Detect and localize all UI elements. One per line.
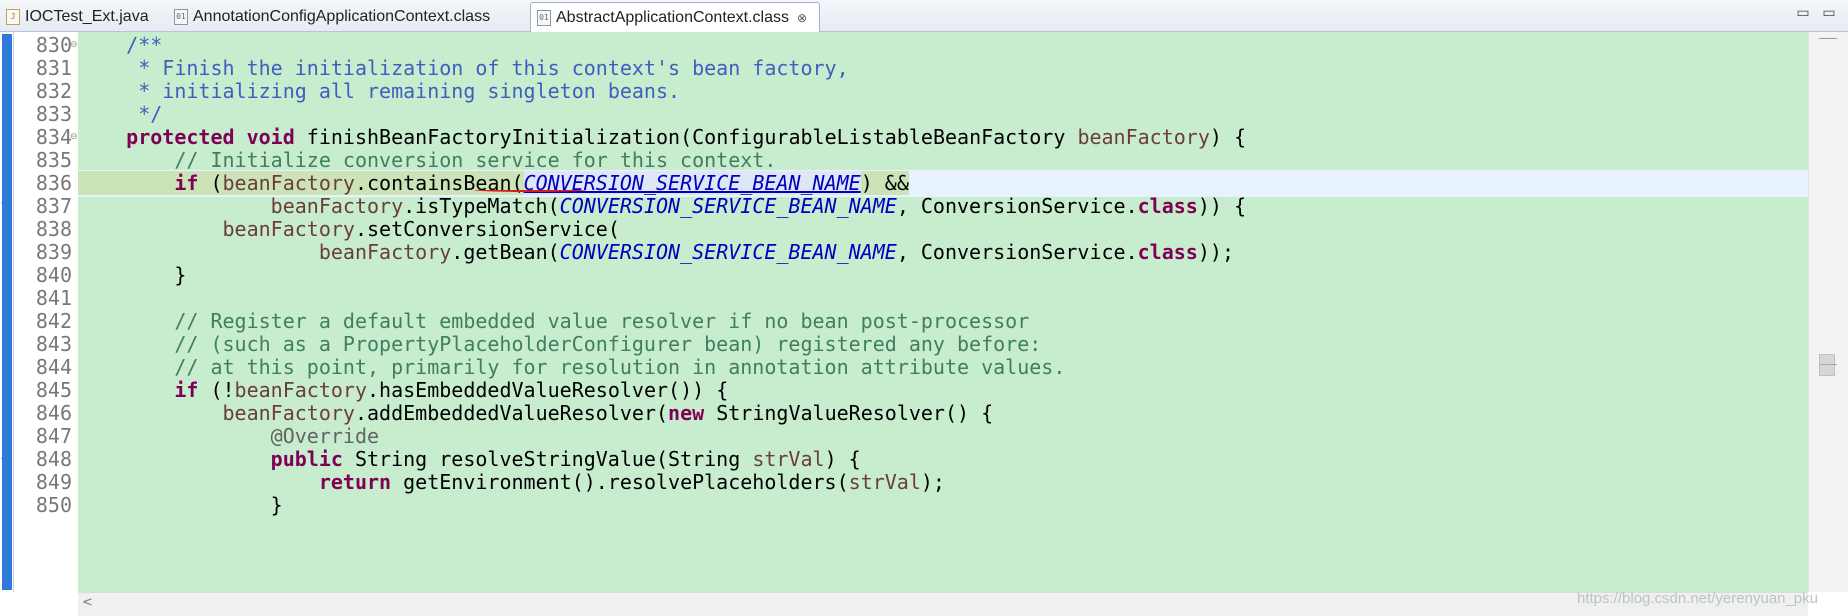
fold-toggle-icon[interactable]: ⊖ [70,132,78,142]
line-number: 850 [35,493,72,517]
red-annotation-underline [474,188,586,192]
java-file-icon: J [6,9,20,25]
chevron-left-icon[interactable]: < [82,595,93,610]
editor-tab-bar: J IOCTest_Ext.java 01 AnnotationConfigAp… [0,0,1848,32]
override-marker-icon: ▲ [1,451,8,461]
tab-annotation-config-application-context[interactable]: 01 AnnotationConfigApplicationContext.cl… [168,3,512,31]
overview-marker[interactable] [1819,38,1837,39]
code-line: } [270,493,283,517]
source-range-indicator [2,34,12,590]
horizontal-scrollbar[interactable]: < [78,592,1808,616]
code-text-area[interactable]: /** * Finish the initialization of this … [78,32,1808,592]
selected-identifier: CONVERSION_SERVICE_BEAN_NAME [523,171,861,195]
scrollbar-corner [0,592,78,616]
minimize-icon[interactable]: ▭ [1794,5,1812,21]
tab-label: IOCTest_Ext.java [25,8,149,25]
tab-abstract-application-context[interactable]: 01 AbstractApplicationContext.class ⊗ [530,2,820,32]
vertical-scrollbar-thumb[interactable] [1819,354,1835,376]
code-editor[interactable]: ◇ ▲ 830 831 832 833 834 835 836 837 838 … [0,32,1848,592]
tab-ioctest-ext[interactable]: J IOCTest_Ext.java [0,3,150,31]
overview-ruler[interactable] [1808,32,1848,592]
maximize-icon[interactable]: ▭ [1820,5,1838,21]
tab-label: AbstractApplicationContext.class [556,8,789,26]
tab-label: AnnotationConfigApplicationContext.class [193,8,491,25]
editor-left-margin: ◇ ▲ [0,32,14,592]
fold-toggle-icon[interactable]: ⊖ [70,40,78,50]
line-number-ruler: 830 831 832 833 834 835 836 837 838 839 … [14,32,78,592]
close-icon[interactable]: ⊗ [797,11,807,25]
class-file-icon: 01 [537,9,551,26]
class-file-icon: 01 [174,9,188,25]
watermark: https://blog.csdn.net/yerenyuan_pku [1577,590,1818,607]
overview-marker[interactable] [1819,364,1837,365]
marker-icon: ◇ [1,198,8,208]
